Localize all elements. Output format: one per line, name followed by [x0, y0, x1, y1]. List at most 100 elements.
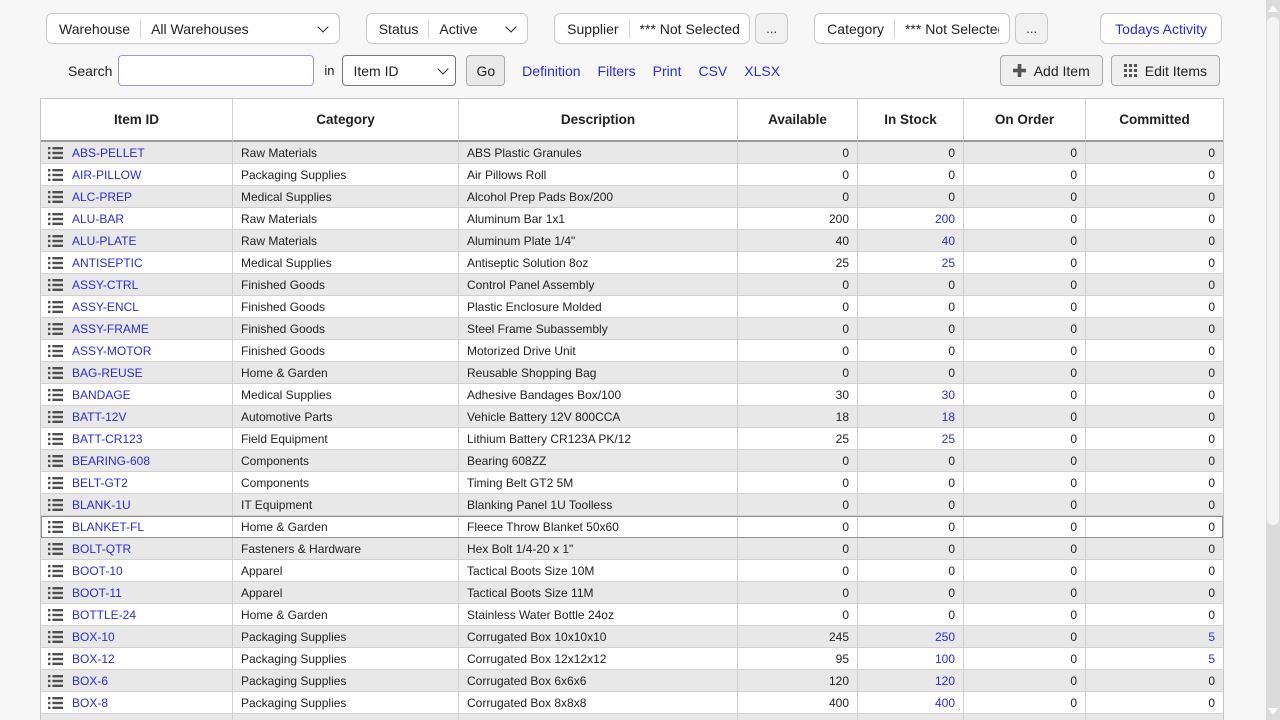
list-icon[interactable] [48, 147, 63, 159]
toolbar-link-filters[interactable]: Filters [598, 63, 636, 79]
list-icon[interactable] [48, 631, 63, 643]
item-id-link[interactable]: BEARING-608 [72, 454, 150, 468]
list-icon[interactable] [48, 433, 63, 445]
list-icon[interactable] [48, 213, 63, 225]
committed-cell: 0 [1086, 670, 1223, 692]
list-icon[interactable] [48, 235, 63, 247]
item-id-link[interactable]: BAG-REUSE [72, 366, 143, 380]
committed-cell-link[interactable]: 5 [1208, 630, 1215, 644]
item-id-link[interactable]: ASSY-ENCL [72, 300, 139, 314]
available-cell: 0 [738, 516, 858, 538]
item-id-link[interactable]: ALU-PLATE [72, 234, 136, 248]
todays-activity-button[interactable]: Todays Activity [1100, 13, 1222, 44]
scroll-up-icon[interactable] [1268, 5, 1278, 12]
list-icon[interactable] [48, 169, 63, 181]
in-stock-cell-link[interactable]: 250 [935, 630, 955, 644]
item-id-link[interactable]: BATT-CR123 [72, 432, 142, 446]
supplier-picker[interactable]: Supplier *** Not Selected [554, 13, 750, 44]
list-icon[interactable] [48, 411, 63, 423]
available-cell: 0 [738, 472, 858, 494]
in-stock-cell-link[interactable]: 100 [935, 652, 955, 666]
on-order-cell: 0 [964, 252, 1086, 274]
item-id-link[interactable]: BANDAGE [72, 388, 131, 402]
in-stock-cell: 0 [858, 296, 964, 318]
item-id-link[interactable]: ASSY-CTRL [72, 278, 138, 292]
list-icon[interactable] [48, 587, 63, 599]
in-stock-cell-link[interactable]: 18 [942, 410, 955, 424]
item-id-link[interactable]: BOOT-11 [72, 586, 122, 600]
item-id-link[interactable]: BLANK-1U [72, 498, 131, 512]
item-id-link[interactable]: BOTTLE-24 [72, 608, 136, 622]
list-icon[interactable] [48, 323, 63, 335]
list-icon[interactable] [48, 455, 63, 467]
item-id-link[interactable]: BOLT-QTR [72, 542, 131, 556]
item-id-cell: ASSY-ENCL [41, 296, 233, 318]
item-id-link[interactable]: BOX-12 [72, 652, 115, 666]
in-stock-cell-link[interactable]: 25 [942, 256, 955, 270]
list-icon[interactable] [48, 279, 63, 291]
item-id-link[interactable]: ABS-PELLET [72, 146, 145, 160]
list-icon[interactable] [48, 565, 63, 577]
status-select[interactable]: Status Active [366, 13, 528, 44]
item-id-link[interactable]: BOX-6 [72, 674, 108, 688]
item-id-link[interactable]: BOX-10 [72, 630, 115, 644]
column-header-in-stock[interactable]: In Stock [858, 99, 964, 142]
list-icon[interactable] [48, 499, 63, 511]
add-item-button[interactable]: Add Item [1000, 55, 1103, 86]
item-id-link[interactable]: BOOT-10 [72, 564, 123, 578]
scrollbar-thumb[interactable] [1267, 17, 1279, 525]
list-icon[interactable] [48, 521, 63, 533]
warehouse-select[interactable]: Warehouse All Warehouses [46, 13, 340, 44]
item-id-link[interactable]: BOX-8 [72, 696, 108, 710]
item-id-link[interactable]: ASSY-FRAME [72, 322, 149, 336]
go-button[interactable]: Go [466, 55, 505, 86]
item-id-link[interactable]: BATT-12V [72, 410, 126, 424]
list-icon[interactable] [48, 697, 63, 709]
toolbar-link-xlsx[interactable]: XLSX [744, 63, 780, 79]
item-id-link[interactable]: ANTISEPTIC [72, 256, 143, 270]
in-stock-cell-link[interactable]: 40 [942, 234, 955, 248]
in-stock-cell: 0 [858, 362, 964, 384]
list-icon[interactable] [48, 477, 63, 489]
in-stock-cell-link[interactable]: 200 [935, 212, 955, 226]
edit-items-button[interactable]: Edit Items [1111, 55, 1220, 86]
in-stock-cell-link[interactable]: 25 [942, 432, 955, 446]
column-header-item-id[interactable]: Item ID [41, 99, 233, 142]
item-id-link[interactable]: ASSY-MOTOR [72, 344, 151, 358]
committed-cell-link[interactable]: 5 [1208, 652, 1215, 666]
search-field-select[interactable]: Item ID [342, 55, 456, 86]
in-stock-cell-link[interactable]: 120 [935, 674, 955, 688]
list-icon[interactable] [48, 675, 63, 687]
supplier-more-button[interactable]: ... [755, 13, 788, 44]
list-icon[interactable] [48, 609, 63, 621]
item-id-link[interactable]: BLANKET-FL [72, 520, 144, 534]
category-picker[interactable]: Category *** Not Selected [814, 13, 1010, 44]
list-icon[interactable] [48, 345, 63, 357]
list-icon[interactable] [48, 191, 63, 203]
in-stock-cell-link[interactable]: 30 [942, 388, 955, 402]
toolbar-link-print[interactable]: Print [653, 63, 682, 79]
list-icon[interactable] [48, 367, 63, 379]
toolbar-link-csv[interactable]: CSV [698, 63, 727, 79]
item-id-link[interactable]: AIR-PILLOW [72, 168, 141, 182]
column-header-description[interactable]: Description [459, 99, 738, 142]
list-icon[interactable] [48, 257, 63, 269]
scroll-down-icon[interactable] [1268, 708, 1278, 715]
column-header-category[interactable]: Category [233, 99, 459, 142]
item-id-link[interactable]: ALC-PREP [72, 190, 132, 204]
column-header-committed[interactable]: Committed [1086, 99, 1223, 142]
list-icon[interactable] [48, 389, 63, 401]
list-icon[interactable] [48, 653, 63, 665]
in-stock-cell-link[interactable]: 400 [935, 696, 955, 710]
item-id-link[interactable]: ALU-BAR [72, 212, 124, 226]
column-header-on-order[interactable]: On Order [964, 99, 1086, 142]
column-header-available[interactable]: Available [738, 99, 858, 142]
table-row: BOTTLE-24Home & GardenStainless Water Bo… [41, 604, 1223, 626]
category-more-button[interactable]: ... [1015, 13, 1048, 44]
search-input[interactable] [118, 55, 314, 86]
vertical-scrollbar[interactable] [1266, 0, 1280, 720]
list-icon[interactable] [48, 301, 63, 313]
item-id-link[interactable]: BELT-GT2 [72, 476, 128, 490]
toolbar-link-definition[interactable]: Definition [522, 63, 580, 79]
list-icon[interactable] [48, 543, 63, 555]
